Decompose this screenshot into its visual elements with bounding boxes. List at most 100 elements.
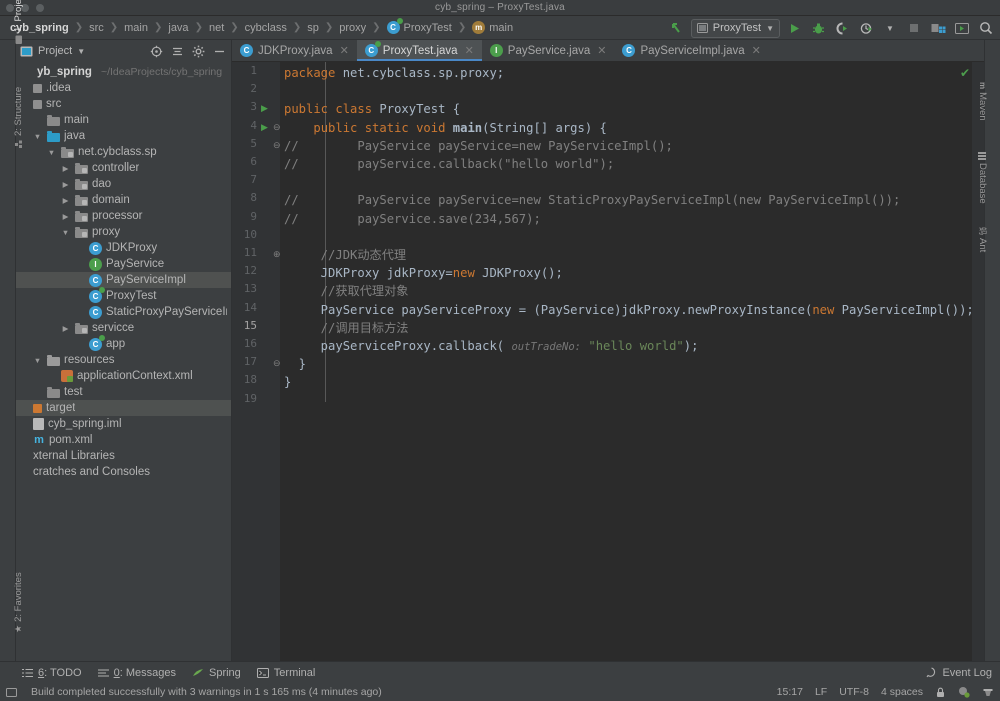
breadcrumb-item-main[interactable]: main [121,22,151,34]
tree-item-controller[interactable]: ▶controller [16,160,231,176]
tree-item-payservice[interactable]: IPayService [16,256,231,272]
tree-item--idea[interactable]: .idea [16,80,231,96]
project-structure-icon[interactable] [928,18,948,38]
project-tree[interactable]: yb_spring~/IdeaProjects/cyb_spring.ideas… [16,62,231,661]
sidebar-item-database[interactable]: Database [977,152,988,204]
tree-item-src[interactable]: src [16,96,231,112]
tree-item-applicationcontext-xml[interactable]: applicationContext.xml [16,368,231,384]
tree-item-servicce[interactable]: ▶servicce [16,320,231,336]
lock-icon[interactable] [935,687,946,698]
tool-window-spring[interactable]: Spring [192,667,241,679]
run-configuration-selector[interactable]: ProxyTest ▼ [691,19,780,38]
tree-item-net-cybclass-sp[interactable]: ▼net.cybclass.sp [16,144,231,160]
code-line: package net.cybclass.sp.proxy; [284,64,504,82]
chevron-right-icon[interactable]: ▶ [60,212,71,221]
encoding[interactable]: UTF-8 [839,686,869,698]
tree-item-cyb-spring-iml[interactable]: cyb_spring.iml [16,416,231,432]
inspection-status-icon[interactable]: ✔ [960,66,970,80]
event-log-button[interactable]: Event Log [926,667,992,679]
close-icon[interactable]: ✕ [752,44,761,57]
maximize-window-button[interactable] [36,4,44,12]
hector-icon[interactable] [982,686,994,698]
breadcrumb-item-sp[interactable]: sp [304,22,322,34]
run-with-coverage-icon[interactable] [832,18,852,38]
breadcrumb-separator: ❯ [227,22,241,33]
tree-item-main[interactable]: main [16,112,231,128]
tool-window-messages[interactable]: 0: Messages [98,667,176,679]
tree-item-cratches-and-consoles[interactable]: cratches and Consoles [16,464,231,480]
tree-item-java[interactable]: ▼java [16,128,231,144]
tree-item-label: pom.xml [49,434,92,446]
tree-item-proxytest[interactable]: CProxyTest [16,288,231,304]
breadcrumb-item-net[interactable]: net [206,22,227,34]
tree-item-processor[interactable]: ▶processor [16,208,231,224]
collapse-all-icon[interactable] [169,43,185,59]
indent-setting[interactable]: 4 spaces [881,686,923,698]
hide-panel-icon[interactable] [211,43,227,59]
sidebar-item-ant[interactable]: 蚂 Ant [977,227,988,252]
editor-tab-bar[interactable]: CJDKProxy.java✕CProxyTest.java✕IPayServi… [232,40,984,62]
window-controls[interactable] [6,4,44,12]
run-icon[interactable] [784,18,804,38]
locate-icon[interactable] [148,43,164,59]
tree-item-app[interactable]: Capp [16,336,231,352]
run-gutter-icon[interactable]: ▶ [261,122,268,133]
code-content[interactable]: package net.cybclass.sp.proxy;public cla… [280,62,984,661]
inspections-icon[interactable] [958,686,970,698]
tree-item-domain[interactable]: ▶domain [16,192,231,208]
back-arrow-icon[interactable] [667,18,687,38]
sidebar-item-maven[interactable]: m Maven [977,82,988,121]
editor-tab-payserviceimpl-java[interactable]: CPayServiceImpl.java✕ [614,40,768,61]
chevron-down-icon[interactable]: ▼ [880,18,900,38]
debug-icon[interactable] [808,18,828,38]
editor-tab-payservice-java[interactable]: IPayService.java✕ [482,40,615,61]
close-icon[interactable]: ✕ [465,44,474,57]
chevron-right-icon[interactable]: ▶ [60,324,71,333]
breadcrumb-item-cybclass[interactable]: cybclass [242,22,290,34]
breadcrumb-item-src[interactable]: src [86,22,107,34]
chevron-right-icon[interactable]: ▶ [60,164,71,173]
editor-tab-jdkproxy-java[interactable]: CJDKProxy.java✕ [232,40,357,61]
close-icon[interactable]: ✕ [340,44,349,57]
sidebar-item-favorites[interactable]: ★ 2: Favorites [13,572,24,633]
console-icon[interactable] [952,18,972,38]
chevron-down-icon[interactable]: ▼ [77,47,85,56]
settings-gear-icon[interactable] [190,43,206,59]
editor-gutter[interactable]: 123▶4▶⊖5⊖67891011⊕121314151617⊖1819 [232,62,280,661]
spring-icon [192,668,204,678]
run-gutter-icon[interactable]: ▶ [261,103,268,114]
tree-item-target[interactable]: target [16,400,231,416]
tree-item-test[interactable]: test [16,384,231,400]
sidebar-item-structure[interactable]: 2: Structure [13,87,24,148]
profile-icon[interactable] [856,18,876,38]
tool-window-todo[interactable]: 6: TODO [22,667,82,679]
tree-item-dao[interactable]: ▶dao [16,176,231,192]
search-everywhere-icon[interactable] [976,18,996,38]
chevron-down-icon[interactable]: ▼ [32,356,43,365]
chevron-right-icon[interactable]: ▶ [60,180,71,189]
chevron-down-icon[interactable]: ▼ [46,148,57,157]
tool-window-terminal[interactable]: Terminal [257,667,316,679]
sidebar-item-project[interactable]: 1: Project [13,0,24,44]
tree-item-jdkproxy[interactable]: CJDKProxy [16,240,231,256]
tree-item-proxy[interactable]: ▼proxy [16,224,231,240]
chevron-right-icon[interactable]: ▶ [60,196,71,205]
breadcrumb-item-main[interactable]: mmain [469,21,516,34]
tree-item-resources[interactable]: ▼resources [16,352,231,368]
chevron-down-icon[interactable]: ▼ [60,228,71,237]
tree-item-staticproxypayserviceimpl[interactable]: CStaticProxyPayServiceImpl [16,304,231,320]
editor-tab-proxytest-java[interactable]: CProxyTest.java✕ [357,40,482,61]
chevron-down-icon[interactable]: ▼ [766,24,774,33]
chevron-down-icon[interactable]: ▼ [32,132,43,141]
breadcrumb-item-proxy[interactable]: proxy [336,22,369,34]
tree-item-xternal-libraries[interactable]: xternal Libraries [16,448,231,464]
tree-item-yb-spring[interactable]: yb_spring~/IdeaProjects/cyb_spring [16,64,231,80]
tree-item-payserviceimpl[interactable]: CPayServiceImpl [16,272,231,288]
line-separator[interactable]: LF [815,686,827,698]
breadcrumb-item-java[interactable]: java [165,22,191,34]
code-editor[interactable]: 123▶4▶⊖5⊖67891011⊕121314151617⊖1819 pack… [232,62,984,661]
breadcrumb[interactable]: cyb_spring❯src❯main❯java❯net❯cybclass❯sp… [7,21,516,34]
close-icon[interactable]: ✕ [597,44,606,57]
tree-item-pom-xml[interactable]: mpom.xml [16,432,231,448]
breadcrumb-item-proxytest[interactable]: CProxyTest [384,21,455,34]
